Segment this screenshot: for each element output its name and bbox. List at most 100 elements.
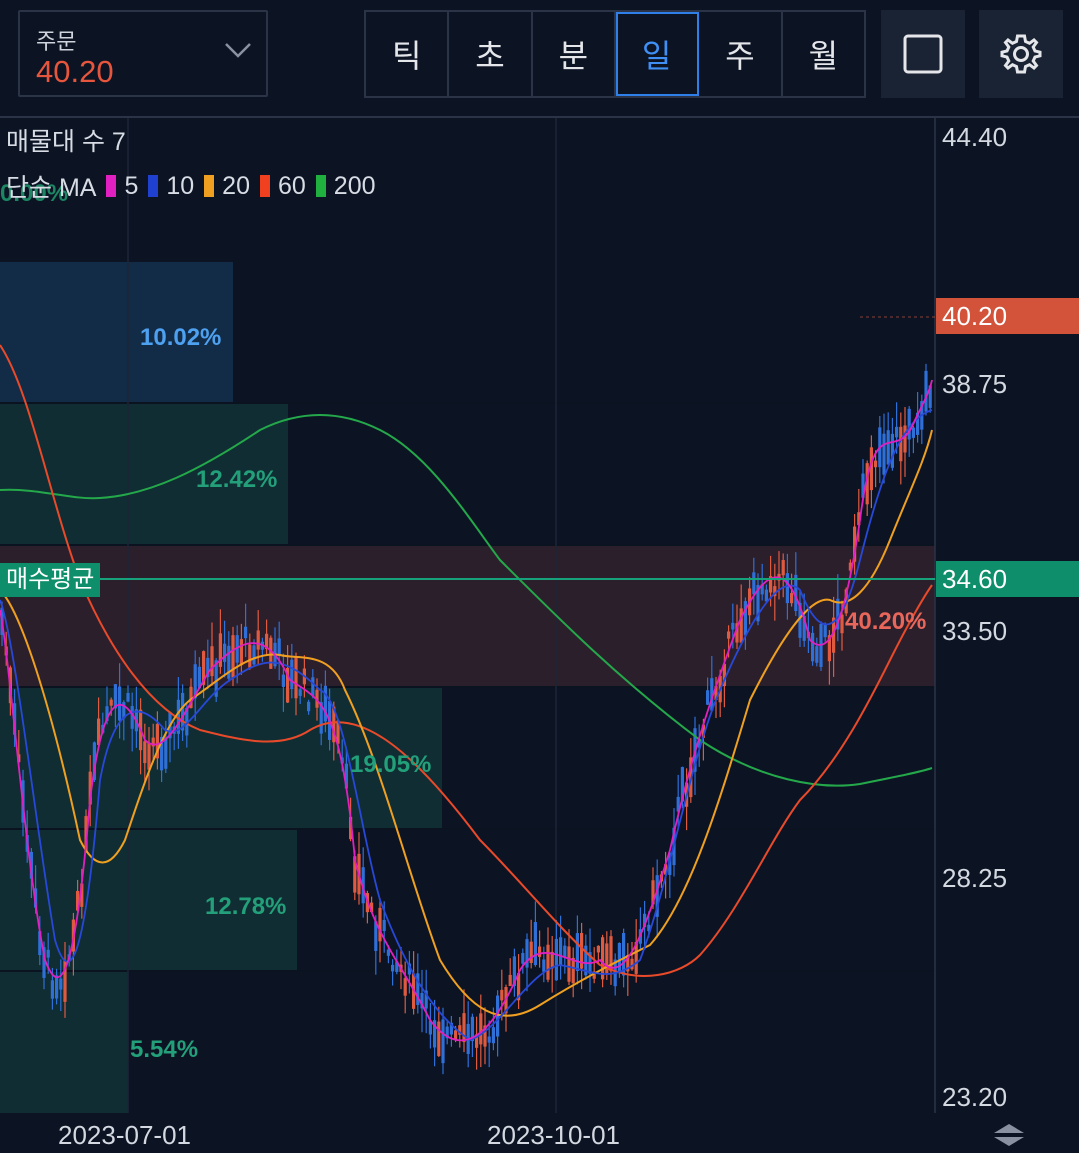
x-tick-label: 2023-07-01 <box>58 1120 191 1150</box>
candle-body <box>181 692 185 731</box>
tab-second[interactable]: 초 <box>449 12 533 96</box>
candle-body <box>752 572 756 595</box>
candle-body <box>895 426 899 438</box>
candle-body <box>899 426 903 462</box>
order-price-selector[interactable]: 주문 40.20 <box>18 10 268 97</box>
candle-body <box>298 689 302 696</box>
candle-body <box>785 573 789 604</box>
tab-week[interactable]: 주 <box>699 12 783 96</box>
candle-body <box>210 646 214 677</box>
ma-10-swatch <box>148 175 159 197</box>
candle-body <box>109 699 113 706</box>
candle-body <box>55 975 59 999</box>
candle-body <box>575 933 579 972</box>
volume-pct-4: 19.05% <box>350 751 431 778</box>
candle-body <box>706 690 710 705</box>
volume-pct-6: 5.54% <box>130 1036 198 1063</box>
candle-body <box>815 646 819 663</box>
tab-minute[interactable]: 분 <box>533 12 616 96</box>
candle-body <box>143 741 147 764</box>
ma-200-label: 200 <box>333 171 376 200</box>
candle-body <box>790 593 794 604</box>
candle-body <box>378 907 382 942</box>
candle-body <box>563 945 567 958</box>
candle-body <box>290 659 294 690</box>
tab-tick[interactable]: 틱 <box>366 12 450 96</box>
candle-body <box>437 1021 441 1056</box>
gear-icon <box>1000 34 1042 74</box>
layout-button[interactable] <box>881 10 965 98</box>
chevron-down-icon <box>225 43 251 58</box>
candle-body <box>252 645 256 665</box>
order-label: 주문 <box>36 29 77 54</box>
candle-body <box>559 937 563 966</box>
volume-pct-1: 10.02% <box>140 324 221 351</box>
candle-body <box>521 952 525 964</box>
candle-body <box>538 946 542 957</box>
avg-price-tag: 매수평균 <box>0 563 101 597</box>
period-tabs: 틱 초 분 일 주 월 <box>364 10 866 98</box>
candle-body <box>126 692 130 702</box>
candle-body <box>164 737 168 769</box>
candle-body <box>571 957 575 984</box>
volume-pct-3: 40.20% <box>845 608 926 635</box>
candle-body <box>256 630 260 650</box>
candle-body <box>903 425 907 453</box>
ma-10-label: 10 <box>166 171 195 200</box>
avg-price-badge: 34.60 <box>936 561 1079 597</box>
y-tick-label: 44.40 <box>942 122 1007 152</box>
candle-body <box>487 1036 491 1043</box>
candle-body <box>554 938 558 981</box>
tab-month[interactable]: 월 <box>783 12 864 96</box>
candle-body <box>890 433 894 468</box>
candle-body <box>811 632 815 662</box>
candle-body <box>59 978 63 990</box>
candle-body <box>382 919 386 932</box>
y-tick-label: 23.20 <box>942 1082 1007 1112</box>
candle-body <box>739 608 743 643</box>
candle-body <box>840 614 844 634</box>
order-price-value: 40.20 <box>36 54 114 89</box>
ma-200-swatch <box>315 175 326 197</box>
y-tick-label: 28.25 <box>942 863 1007 893</box>
candle-body <box>496 995 500 1037</box>
candle-body <box>546 944 550 980</box>
candle-body <box>491 1027 495 1044</box>
candle-body <box>147 742 151 770</box>
scroll-handle-icon[interactable] <box>992 1122 1026 1148</box>
candle-body <box>441 1019 445 1064</box>
y-tick-label: 38.75 <box>942 369 1007 399</box>
candle-body <box>462 1013 466 1043</box>
candle-body <box>50 980 54 999</box>
candle-body <box>311 677 315 696</box>
candle-body <box>46 949 50 958</box>
ma-60-label: 60 <box>277 171 306 200</box>
candle-body <box>727 631 731 639</box>
ma-60-swatch <box>259 175 270 197</box>
candle-body <box>239 639 243 666</box>
candle-body <box>764 589 768 602</box>
y-tick-label: 33.50 <box>942 616 1007 646</box>
ma-legend: 단순 MA 5 10 20 60 200 <box>6 168 376 204</box>
candle-body <box>886 430 890 465</box>
square-icon <box>903 34 943 74</box>
candle-body <box>542 959 546 972</box>
candle-body <box>630 958 634 970</box>
candle-body <box>294 656 298 699</box>
top-toolbar: 주문 40.20 틱 초 분 일 주 월 <box>0 0 1079 116</box>
candle-body <box>911 427 915 438</box>
candle-body <box>223 643 227 662</box>
candle-body <box>269 637 273 669</box>
candle-body <box>533 922 537 965</box>
candle-body <box>781 560 785 576</box>
settings-button[interactable] <box>979 10 1063 98</box>
volume-bin-3 <box>0 546 935 687</box>
candle-body <box>924 370 928 412</box>
candle-body <box>567 946 571 982</box>
candle-body <box>508 974 512 987</box>
candle-body <box>391 964 395 972</box>
current-price-badge: 40.20 <box>936 298 1079 334</box>
price-chart[interactable]: 10.02% 12.42% 40.20% 19.05% 12.78% 5.54%… <box>0 118 1079 1153</box>
tab-day[interactable]: 일 <box>615 12 700 96</box>
candle-body <box>874 460 878 468</box>
